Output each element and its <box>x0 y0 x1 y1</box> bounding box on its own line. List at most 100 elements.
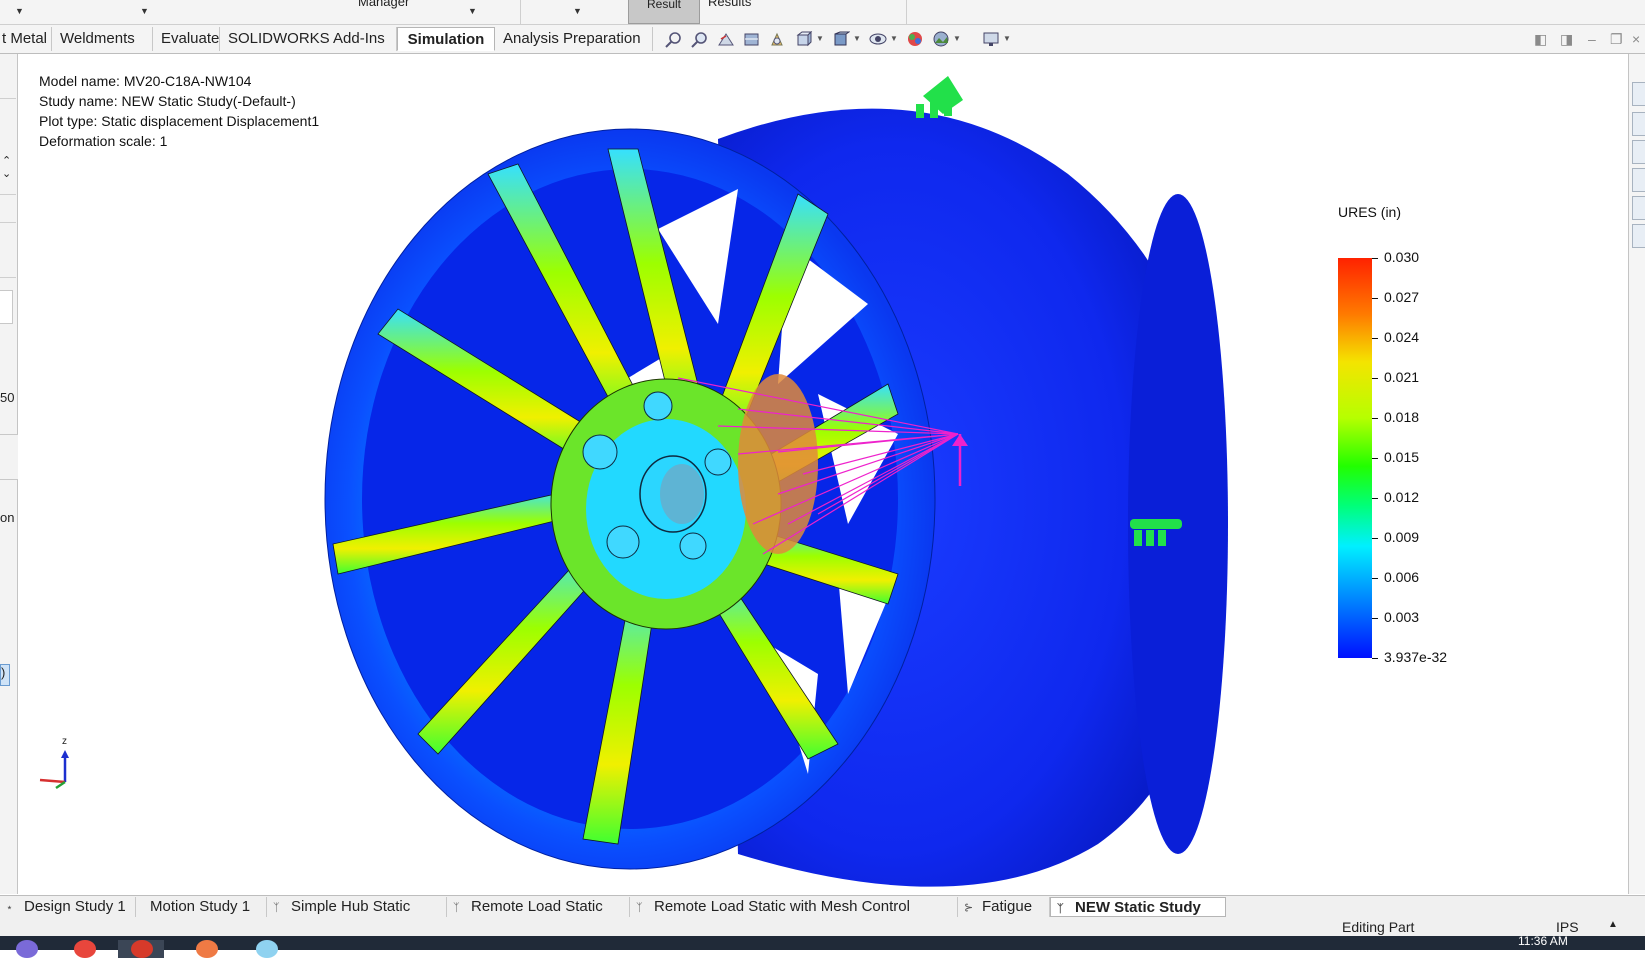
graphics-viewport[interactable]: Model name: MV20-C18A-NW104 Study name: … <box>18 54 1628 894</box>
legend-tick <box>1372 498 1378 499</box>
wheel-model[interactable] <box>18 54 1318 894</box>
dropdown-arrow-icon[interactable]: ▼ <box>573 6 582 16</box>
separator <box>906 0 907 24</box>
tab-sheet-metal[interactable]: t Metal <box>0 27 52 51</box>
taskbar-app-icon[interactable] <box>256 940 278 958</box>
legend-value-label: 0.006 <box>1384 569 1420 585</box>
apply-scene-icon[interactable] <box>932 31 950 48</box>
restore-icon[interactable]: ❐ <box>1610 31 1623 48</box>
legend-tick <box>1372 418 1378 419</box>
taskbar-clock[interactable]: 11:36 AM <box>1518 934 1568 948</box>
task-pane-view-palette-icon[interactable] <box>1632 196 1645 220</box>
tab-analysis-preparation[interactable]: Analysis Preparation <box>495 27 653 51</box>
dropdown-arrow-icon[interactable]: ▼ <box>953 34 961 43</box>
fixture-top-icon[interactable] <box>916 76 963 118</box>
results-label[interactable]: Results <box>708 0 751 9</box>
command-manager-tabs: t Metal Weldments Evaluate SOLIDWORKS Ad… <box>0 25 1645 54</box>
minimize-icon[interactable]: – <box>1588 31 1596 47</box>
legend-color-bar <box>1338 258 1372 658</box>
spin-arrows-icon[interactable]: ⌃ ⌄ <box>2 154 11 180</box>
zoom-to-fit-icon[interactable] <box>665 31 683 48</box>
units-selector[interactable]: IPS <box>1556 919 1579 935</box>
legend-value-label: 0.021 <box>1384 369 1420 385</box>
legend-value-label: 0.018 <box>1384 409 1420 425</box>
view-orientation-icon[interactable] <box>795 31 813 48</box>
reference-triad: z <box>39 736 69 790</box>
dropdown-arrow-icon[interactable]: ▼ <box>15 6 24 16</box>
dropdown-arrow-icon[interactable]: ▼ <box>140 6 149 16</box>
dropdown-arrow-icon[interactable]: ▼ <box>1003 34 1011 43</box>
tile-left-icon[interactable]: ◧ <box>1534 31 1547 48</box>
tab-solidworks-add-ins[interactable]: SOLIDWORKS Add-Ins <box>220 27 397 51</box>
lug-hole <box>679 532 707 560</box>
solidworks-taskbar-icon[interactable] <box>131 940 153 958</box>
lug-hole <box>582 434 618 470</box>
legend-value-label: 3.937e-32 <box>1384 649 1448 665</box>
legend-tick <box>1372 658 1378 659</box>
previous-view-icon[interactable] <box>717 31 735 48</box>
tab-simulation[interactable]: Simulation <box>397 27 495 51</box>
legend-value-label: 0.015 <box>1384 449 1420 465</box>
task-pane-resources-icon[interactable] <box>1632 112 1645 136</box>
fatigue-study-icon: ⊱ <box>964 902 974 914</box>
feature-manager-panel[interactable]: ⌃ ⌄ 50 on ) <box>0 54 28 894</box>
task-pane-strip <box>1628 54 1645 894</box>
zoom-area-icon[interactable] <box>691 31 709 48</box>
view-settings-icon[interactable] <box>982 31 1000 48</box>
hide-show-icon[interactable] <box>869 31 887 48</box>
study-tab-remote-load-static[interactable]: ᛉ Remote Load Static <box>447 897 630 917</box>
legend-value-label: 0.030 <box>1384 249 1420 265</box>
legend-tick <box>1372 618 1378 619</box>
study-tab-design-study-1[interactable]: ⋆ Design Study 1 <box>0 897 136 917</box>
editing-status: Editing Part <box>1342 919 1415 935</box>
study-tab-simple-hub-static[interactable]: ᛉ Simple Hub Static <box>267 897 447 917</box>
study-tab-new-static-study[interactable]: ᛉ NEW Static Study <box>1050 897 1226 917</box>
static-study-icon: ᛉ <box>453 902 460 914</box>
section-view-icon[interactable] <box>743 31 761 48</box>
static-study-icon: ᛉ <box>273 902 280 914</box>
panel-input-field[interactable] <box>0 290 13 324</box>
close-icon[interactable]: × <box>1632 31 1640 47</box>
study-tabs-bar: ⋆ Design Study 1 Motion Study 1 ᛉ Simple H… <box>0 895 1645 918</box>
legend-tick <box>1372 538 1378 539</box>
result-button[interactable]: Result <box>628 0 700 24</box>
lug-hole <box>704 448 732 476</box>
dropdown-arrow-icon[interactable]: ▼ <box>890 34 898 43</box>
legend-tick <box>1372 338 1378 339</box>
legend-value-label: 0.027 <box>1384 289 1420 305</box>
task-pane-design-library-icon[interactable] <box>1632 140 1645 164</box>
study-tab-motion-study-1[interactable]: Motion Study 1 <box>136 897 267 917</box>
lug-hole <box>606 525 640 559</box>
units-caret-icon[interactable]: ▲ <box>1608 919 1618 930</box>
dropdown-arrow-icon[interactable]: ▼ <box>468 6 477 16</box>
legend-title: URES (in) <box>1338 204 1402 220</box>
legend-tick <box>1372 378 1378 379</box>
study-tab-fatigue[interactable]: ⊱ Fatigue <box>958 897 1050 917</box>
manager-label[interactable]: Manager <box>358 0 409 9</box>
divider <box>0 277 16 278</box>
dynamic-annotation-icon[interactable] <box>769 31 787 48</box>
dropdown-arrow-icon[interactable]: ▼ <box>853 34 861 43</box>
tile-right-icon[interactable]: ◨ <box>1560 31 1573 48</box>
legend-tick <box>1372 258 1378 259</box>
display-style-icon[interactable] <box>832 31 850 48</box>
dropdown-arrow-icon[interactable]: ▼ <box>816 34 824 43</box>
task-pane-home-icon[interactable] <box>1632 82 1645 106</box>
task-pane-file-explorer-icon[interactable] <box>1632 168 1645 192</box>
separator <box>520 0 521 24</box>
taskbar-app-icon[interactable] <box>16 940 38 958</box>
legend-tick <box>1372 578 1378 579</box>
static-study-icon: ᛉ <box>1057 903 1064 915</box>
panel-text-fragment: 50 <box>0 390 15 405</box>
edit-appearance-icon[interactable] <box>906 31 924 48</box>
study-tab-remote-load-static-mesh-control[interactable]: ᛉ Remote Load Static with Mesh Control <box>630 897 958 917</box>
panel-selected-item[interactable]: ) <box>0 664 10 686</box>
tab-evaluate[interactable]: Evaluate <box>153 27 220 51</box>
study-icon: ⋆ <box>6 902 13 914</box>
task-pane-appearances-icon[interactable] <box>1632 224 1645 248</box>
taskbar-app-icon[interactable] <box>74 940 96 958</box>
taskbar-app-icon[interactable] <box>196 940 218 958</box>
static-study-icon: ᛉ <box>636 902 643 914</box>
legend-value-label: 0.012 <box>1384 489 1420 505</box>
tab-weldments[interactable]: Weldments <box>52 27 153 51</box>
